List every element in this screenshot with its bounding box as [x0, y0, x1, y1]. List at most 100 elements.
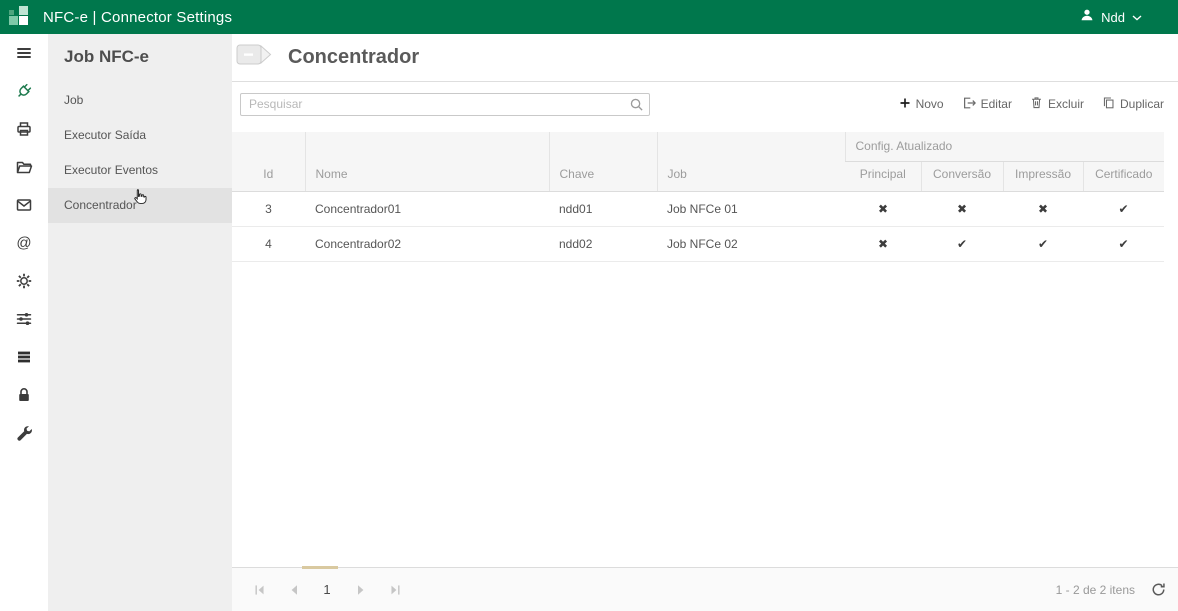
cell-chave: ndd01 — [549, 192, 657, 227]
column-header-id[interactable]: Id — [232, 132, 305, 192]
app-window: NFC-e | Connector Settings Ndd @ — [0, 0, 1178, 611]
delete-button-label: Excluir — [1048, 97, 1084, 111]
lock-icon — [15, 386, 33, 404]
rail-item-folder[interactable] — [0, 148, 48, 186]
app-logo-icon — [9, 6, 31, 28]
copy-icon — [1102, 96, 1115, 112]
rail-item-queue[interactable] — [0, 338, 48, 376]
edit-button-label: Editar — [981, 97, 1012, 111]
cell-job: Job NFCe 02 — [657, 227, 845, 262]
search-input[interactable] — [240, 93, 650, 116]
cell-job: Job NFCe 01 — [657, 192, 845, 227]
plug-icon — [15, 82, 33, 100]
grid-actions: Novo Editar Excluir Duplicar — [899, 96, 1164, 113]
user-menu[interactable]: Ndd — [1080, 8, 1142, 27]
rail-item-menu[interactable] — [0, 34, 48, 72]
folder-icon — [15, 158, 33, 176]
pager-active-indicator — [302, 566, 338, 569]
cell-principal-mark: ✖ — [845, 227, 921, 262]
column-header-job[interactable]: Job — [657, 132, 845, 192]
page-title: Concentrador — [288, 46, 419, 69]
chevron-down-icon — [1132, 8, 1142, 26]
cell-id: 4 — [232, 227, 305, 262]
sidebar-title: Job NFC-e — [48, 34, 232, 83]
cell-nome: Concentrador02 — [305, 227, 549, 262]
search-box — [240, 93, 650, 116]
delete-button[interactable]: Excluir — [1030, 96, 1084, 112]
next-page-button[interactable] — [344, 576, 378, 604]
user-name: Ndd — [1101, 10, 1125, 25]
sidebar-item-job[interactable]: Job — [48, 83, 232, 118]
last-page-button[interactable] — [378, 576, 412, 604]
svg-text:@: @ — [16, 235, 31, 252]
wrench-icon — [15, 424, 33, 442]
rail-item-printer[interactable] — [0, 110, 48, 148]
cell-conversao-mark: ✔ — [921, 227, 1003, 262]
rail-item-tools[interactable] — [0, 414, 48, 452]
first-page-icon — [254, 584, 265, 596]
duplicate-button-label: Duplicar — [1120, 97, 1164, 111]
rail-item-mail[interactable] — [0, 186, 48, 224]
cell-id: 3 — [232, 192, 305, 227]
duplicate-button[interactable]: Duplicar — [1102, 96, 1164, 112]
column-header-certificado[interactable]: Certificado — [1083, 162, 1164, 192]
edit-icon — [962, 96, 976, 113]
trash-icon — [1030, 96, 1043, 112]
sidebar-item-executor-saida[interactable]: Executor Saída — [48, 118, 232, 153]
topbar: NFC-e | Connector Settings Ndd — [0, 0, 1178, 34]
new-button-label: Novo — [916, 97, 944, 111]
rail-item-settings[interactable] — [0, 262, 48, 300]
at-sign-icon: @ — [15, 234, 33, 252]
column-header-principal[interactable]: Principal — [845, 162, 921, 192]
cell-certificado-mark: ✔ — [1083, 227, 1164, 262]
cell-nome: Concentrador01 — [305, 192, 549, 227]
printer-icon — [15, 120, 33, 138]
sliders-icon — [15, 310, 33, 328]
sidebar-item-concentrador[interactable]: Concentrador — [48, 188, 232, 223]
cell-impressao-mark: ✖ — [1003, 192, 1083, 227]
data-grid: Id Nome Chave Job Config. Atualizado Pri… — [232, 132, 1164, 262]
app-title: NFC-e | Connector Settings — [43, 9, 232, 26]
first-page-button[interactable] — [242, 576, 276, 604]
last-page-icon — [390, 584, 401, 596]
rail-item-connector-settings[interactable] — [0, 300, 48, 338]
column-group-config-atualizado: Config. Atualizado — [845, 132, 1164, 162]
breadcrumb-tag-icon — [236, 40, 276, 75]
prev-page-icon — [289, 584, 298, 596]
prev-page-button[interactable] — [276, 576, 310, 604]
new-button[interactable]: Novo — [899, 97, 944, 112]
table-row[interactable]: 3 Concentrador01 ndd01 Job NFCe 01 ✖ ✖ ✖… — [232, 192, 1164, 227]
gear-icon — [15, 272, 33, 290]
edit-button[interactable]: Editar — [962, 96, 1012, 113]
cell-conversao-mark: ✖ — [921, 192, 1003, 227]
user-icon — [1080, 8, 1094, 27]
cell-certificado-mark: ✔ — [1083, 192, 1164, 227]
sidebar-item-executor-eventos[interactable]: Executor Eventos — [48, 153, 232, 188]
sidebar: Job NFC-e Job Executor Saída Executor Ev… — [48, 34, 232, 611]
toolbar: Novo Editar Excluir Duplicar — [232, 82, 1178, 126]
cell-chave: ndd02 — [549, 227, 657, 262]
icon-rail: @ — [0, 34, 48, 611]
refresh-button[interactable] — [1151, 582, 1166, 597]
envelope-icon — [15, 196, 33, 214]
rail-item-security[interactable] — [0, 376, 48, 414]
main-content: Concentrador Novo Editar — [232, 34, 1178, 611]
page-header: Concentrador — [232, 34, 1178, 82]
column-header-conversao[interactable]: Conversão — [921, 162, 1003, 192]
plus-icon — [899, 97, 911, 112]
pager: 1 1 - 2 de 2 itens — [232, 567, 1178, 611]
cell-impressao-mark: ✔ — [1003, 227, 1083, 262]
search-icon — [629, 97, 644, 117]
rail-item-email-at[interactable]: @ — [0, 224, 48, 262]
rail-item-connector[interactable] — [0, 72, 48, 110]
refresh-icon — [1151, 582, 1166, 597]
column-header-nome[interactable]: Nome — [305, 132, 549, 192]
table-row[interactable]: 4 Concentrador02 ndd02 Job NFCe 02 ✖ ✔ ✔… — [232, 227, 1164, 262]
menu-icon — [15, 44, 33, 62]
pager-info: 1 - 2 de 2 itens — [1056, 583, 1135, 597]
page-number[interactable]: 1 — [310, 582, 344, 597]
column-header-chave[interactable]: Chave — [549, 132, 657, 192]
cell-principal-mark: ✖ — [845, 192, 921, 227]
stack-icon — [15, 348, 33, 366]
column-header-impressao[interactable]: Impressão — [1003, 162, 1083, 192]
